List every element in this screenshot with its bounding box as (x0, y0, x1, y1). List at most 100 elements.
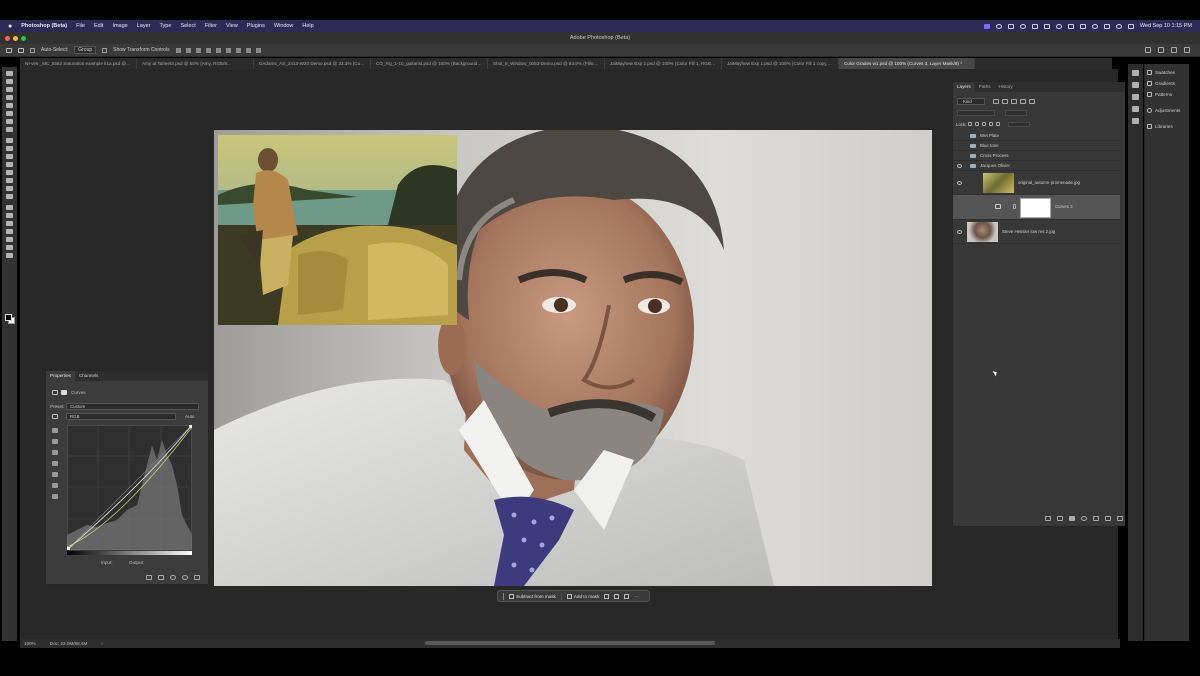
tab-channels[interactable]: Channels (75, 371, 102, 381)
lock-position-icon[interactable] (982, 122, 986, 126)
crop-tool-icon[interactable] (6, 111, 13, 116)
menu-image[interactable]: Image (112, 23, 127, 29)
auto-button[interactable]: Auto (185, 414, 194, 419)
new-group-icon[interactable] (1093, 516, 1099, 521)
link-layers-icon[interactable] (1045, 516, 1051, 521)
view-previous-icon[interactable] (158, 575, 164, 580)
refine-mask-icon[interactable] (614, 593, 620, 599)
filter-pixel-icon[interactable] (993, 99, 999, 104)
invert-mask-icon[interactable] (604, 593, 610, 599)
visibility-icon[interactable] (182, 575, 188, 580)
trash-icon[interactable] (1117, 516, 1123, 521)
channel-dropdown[interactable]: RGB (66, 413, 176, 420)
link-icon[interactable] (1013, 204, 1016, 209)
gradient-tool-icon[interactable] (6, 178, 13, 183)
menu-layer[interactable]: Layer (137, 23, 151, 29)
move-tool-icon[interactable] (18, 47, 24, 53)
home-icon[interactable] (6, 47, 12, 53)
more-tools-icon[interactable] (6, 253, 13, 258)
status-icon-2[interactable] (1007, 23, 1014, 29)
adjustment-layer-icon[interactable] (1081, 516, 1087, 521)
drag-handle[interactable] (503, 592, 504, 600)
layer-row[interactable]: Jacques Olivier (953, 161, 1120, 171)
character-icon[interactable] (1132, 106, 1139, 112)
panel-libraries[interactable]: Libraries (1147, 124, 1173, 129)
control-center-icon[interactable] (1127, 23, 1134, 29)
more-icon[interactable]: ··· (634, 594, 639, 599)
align-left-icon[interactable] (175, 47, 181, 53)
preset-dropdown[interactable]: Custom (66, 403, 199, 410)
wifi-icon[interactable] (1103, 23, 1110, 29)
filter-smart-icon[interactable] (1029, 99, 1035, 104)
layer-row[interactable]: Cross Process (953, 151, 1120, 161)
on-image-adjust-icon[interactable] (52, 414, 58, 419)
doc-tab[interactable]: JaiMayhew Exp 2.psd @ 100% (Color Fill 1… (605, 58, 722, 69)
lock-pixels-icon[interactable] (968, 122, 972, 126)
paragraph-icon[interactable] (1132, 118, 1139, 124)
draw-curve-icon[interactable] (52, 472, 58, 477)
brush-settings-icon[interactable] (1132, 82, 1139, 88)
status-icon-7[interactable] (1067, 23, 1074, 29)
sample-gray-icon[interactable] (52, 439, 58, 444)
user-icon[interactable] (1145, 47, 1151, 53)
kind-filter[interactable]: Kind (957, 98, 985, 105)
opacity-field[interactable] (1005, 110, 1027, 116)
smooth-curve-icon[interactable] (52, 483, 58, 488)
curves-graph[interactable] (67, 425, 192, 550)
align-middle-icon[interactable] (215, 47, 221, 53)
eye-icon[interactable] (957, 180, 962, 185)
comments-icon[interactable] (1132, 70, 1139, 76)
doc-tab[interactable]: DAdams_AS_2413-W20 Demo.psd @ 33.3% (Cur… (254, 58, 371, 69)
brush-tool-icon[interactable] (6, 146, 13, 151)
tab-layers[interactable]: Layers (953, 82, 975, 92)
tab-paths[interactable]: Paths (975, 82, 995, 92)
search-icon[interactable] (1158, 47, 1164, 53)
align-right-icon[interactable] (195, 47, 201, 53)
search-icon[interactable] (1115, 23, 1122, 29)
pen-tool-icon[interactable] (6, 205, 13, 210)
doc-tab[interactable]: CO_Fig_1-10_guitarist.psd @ 100% (Backgr… (371, 58, 488, 69)
history-brush-icon[interactable] (6, 162, 13, 167)
panel-patterns[interactable]: Patterns (1147, 92, 1172, 97)
reset-icon[interactable] (170, 575, 176, 580)
status-arrow-icon[interactable]: › (101, 641, 103, 646)
eraser-tool-icon[interactable] (6, 170, 13, 175)
layer-row[interactable]: Blue tone (953, 141, 1120, 151)
menu-help[interactable]: Help (302, 23, 313, 29)
doc-tab[interactable]: Shot_8_Window_0053-Demo.psd @ 63.9% (Pil… (488, 58, 605, 69)
menu-type[interactable]: Type (160, 23, 172, 29)
zoom-tool-icon[interactable] (6, 245, 13, 250)
object-select-tool-icon[interactable] (6, 103, 13, 108)
menu-view[interactable]: View (226, 23, 238, 29)
clipping-warning-icon[interactable] (52, 494, 58, 499)
layer-row-selected[interactable]: Curves 3 (953, 195, 1120, 220)
clip-to-layer-icon[interactable] (146, 575, 152, 580)
menu-window[interactable]: Window (274, 23, 294, 29)
sample-black-icon[interactable] (52, 428, 58, 433)
apple-icon[interactable]: ● (8, 23, 12, 30)
status-icon-3[interactable] (1019, 23, 1026, 29)
filter-shape-icon[interactable] (1020, 99, 1026, 104)
layer-row[interactable]: original_autumn-promenade.jpg (953, 171, 1120, 195)
trash-icon[interactable] (194, 575, 200, 580)
status-icon-9[interactable] (1091, 23, 1098, 29)
type-tool-icon[interactable] (6, 213, 13, 218)
adjust-icon[interactable] (1132, 94, 1139, 100)
zoom-level[interactable]: 100% (24, 641, 36, 646)
menu-file[interactable]: File (76, 23, 85, 29)
status-icon-1[interactable] (995, 23, 1002, 29)
status-icon-6[interactable] (1055, 23, 1062, 29)
layer-row[interactable]: Steve Hessler low res 2.jpg (953, 220, 1120, 244)
move-tool-icon[interactable] (6, 71, 13, 76)
layer-row[interactable]: Wet Plate (953, 131, 1120, 141)
menu-plugins[interactable]: Plugins (247, 23, 265, 29)
align-top-icon[interactable] (205, 47, 211, 53)
eyedropper-tool-icon[interactable] (6, 127, 13, 132)
align-center-icon[interactable] (185, 47, 191, 53)
marquee-tool-icon[interactable] (6, 87, 13, 92)
distribute-icon[interactable] (235, 47, 241, 53)
edit-points-icon[interactable] (52, 461, 58, 466)
workspace-icon[interactable] (1171, 47, 1177, 53)
share-icon[interactable] (1184, 47, 1190, 53)
subtract-from-mask-button[interactable]: Subtract from mask (509, 593, 556, 599)
